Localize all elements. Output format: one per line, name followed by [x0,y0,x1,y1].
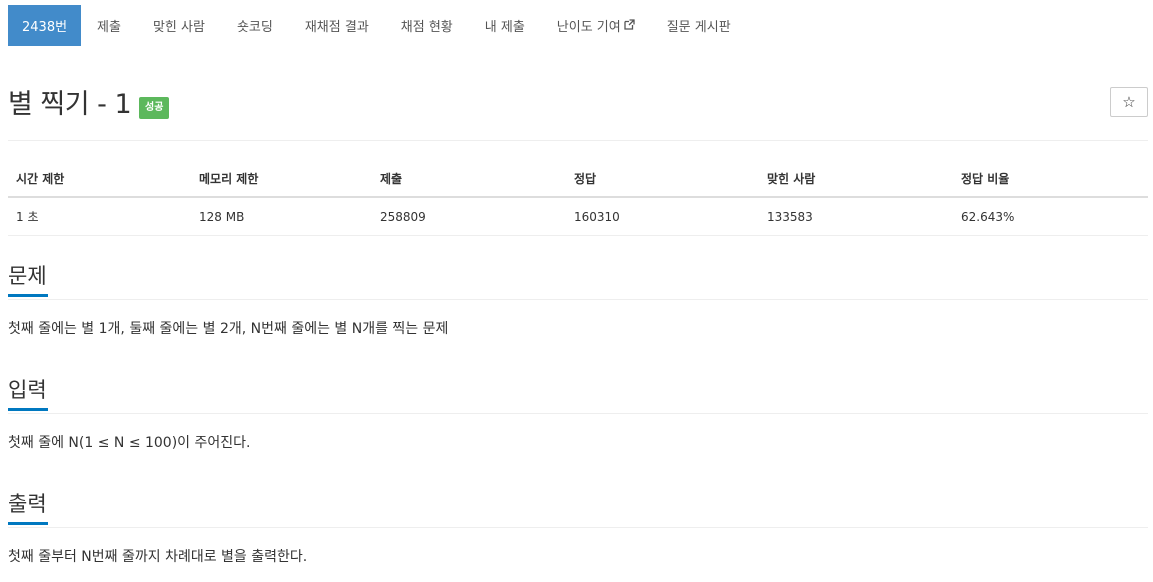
external-link-icon [624,19,635,32]
tab-label: 난이도 기여 [556,20,621,35]
section-description: 문제 첫째 줄에는 별 1개, 둘째 줄에는 별 2개, N번째 줄에는 별 N… [8,262,1148,339]
problem-description-text: 첫째 줄에는 별 1개, 둘째 줄에는 별 2개, N번째 줄에는 별 N개를 … [8,321,449,337]
tab-label: 2438번 [22,20,68,35]
accept-ratio-value: 62.643% [953,197,1148,236]
tab-label: 제출 [97,20,121,35]
header-memory-limit: 메모리 제한 [191,162,372,198]
page-title: 별 찍기 - 1 [8,89,132,120]
section-header: 출력 [8,490,1148,528]
tab-label: 내 제출 [484,20,525,35]
section-header: 입력 [8,376,1148,414]
problem-header: 별 찍기 - 1 성공 ☆ [8,82,1148,141]
input-description-text: 첫째 줄에 N(1 ≤ N ≤ 100)이 주어진다. [8,435,251,451]
section-title: 출력 [8,490,48,525]
solved-users-value: 133583 [759,197,953,236]
tab-solved-users[interactable]: 맞힌 사람 [137,5,221,46]
section-output: 출력 첫째 줄부터 N번째 줄까지 차례대로 별을 출력한다. [8,490,1148,567]
tab-label: 채점 현황 [400,20,453,35]
tab-short-coding[interactable]: 숏코딩 [221,5,289,46]
tab-submit[interactable]: 제출 [81,5,137,46]
tab-status[interactable]: 채점 현황 [385,5,469,46]
tab-label: 질문 게시판 [666,20,731,35]
header-accept-ratio: 정답 비율 [953,162,1148,198]
table-header-row: 시간 제한 메모리 제한 제출 정답 맞힌 사람 정답 비율 [8,162,1148,198]
section-title: 입력 [8,376,48,411]
tab-problem[interactable]: 2438번 [8,5,82,46]
time-limit-value: 1 초 [8,197,191,236]
status-badge: 성공 [139,97,170,119]
header-solved-users: 맞힌 사람 [759,162,953,198]
section-header: 문제 [8,262,1148,300]
output-description-text: 첫째 줄부터 N번째 줄까지 차례대로 별을 출력한다. [8,549,308,565]
accepted-value: 160310 [566,197,759,236]
favorite-button[interactable]: ☆ [1110,87,1148,117]
memory-limit-value: 128 MB [191,197,372,236]
submissions-value: 258809 [372,197,566,236]
tab-difficulty-contribution[interactable]: 난이도 기여 [541,5,651,46]
header-submissions: 제출 [372,162,566,198]
problem-info-table: 시간 제한 메모리 제한 제출 정답 맞힌 사람 정답 비율 1 초 128 M… [8,162,1148,236]
tab-my-submissions[interactable]: 내 제출 [469,5,541,46]
tab-label: 재채점 결과 [304,20,369,35]
star-icon: ☆ [1122,93,1136,111]
problem-tabs: 2438번 제출 맞힌 사람 숏코딩 재채점 결과 채점 현황 내 제출 난이도… [8,5,747,46]
header-accepted: 정답 [566,162,759,198]
header-time-limit: 시간 제한 [8,162,191,198]
tab-label: 숏코딩 [236,20,273,35]
tab-qna-board[interactable]: 질문 게시판 [651,5,747,46]
section-title: 문제 [8,262,48,297]
section-input: 입력 첫째 줄에 N(1 ≤ N ≤ 100)이 주어진다. [8,376,1148,453]
tab-label: 맞힌 사람 [152,20,205,35]
table-row: 1 초 128 MB 258809 160310 133583 62.643% [8,197,1148,236]
tab-rejudge[interactable]: 재채점 결과 [289,5,385,46]
